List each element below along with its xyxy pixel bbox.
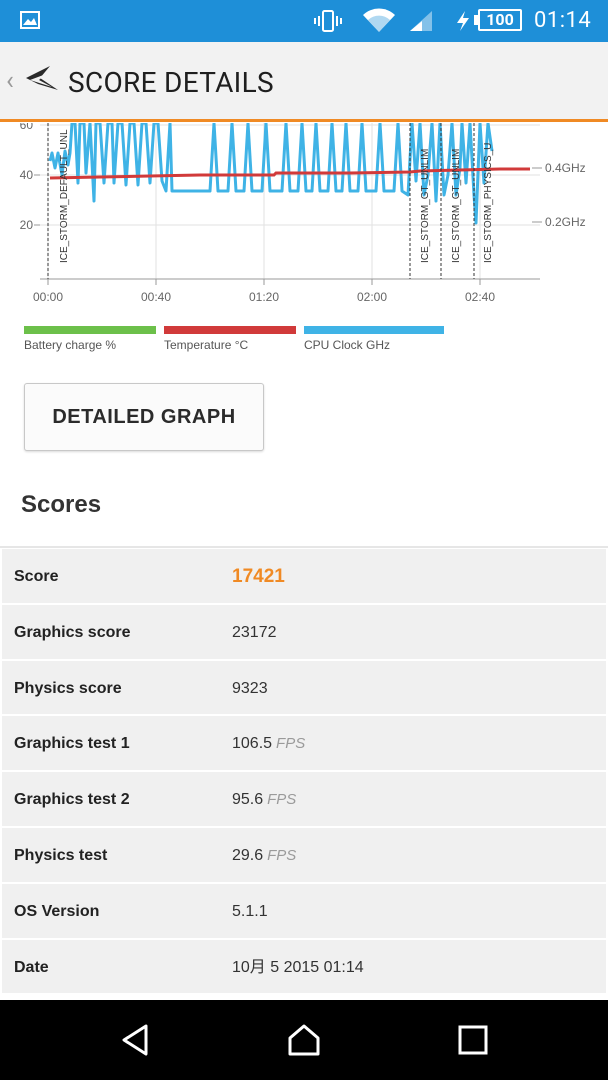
- legend-item-cpu: CPU Clock GHz: [304, 326, 444, 352]
- recents-icon[interactable]: [457, 1022, 489, 1062]
- back-triangle-icon[interactable]: [118, 1022, 154, 1062]
- scores-table: Score 17421 Graphics score 23172 Physics…: [2, 549, 606, 996]
- status-clock: 01:14: [534, 8, 592, 33]
- row-value-wrap: 106.5 FPS: [232, 716, 305, 771]
- app-bar: ‹ SCORE DETAILS: [0, 42, 608, 122]
- chart-svg: 60 40 20 0.4GHz 0.2GHz 00:00 00:40 01:20…: [20, 123, 586, 304]
- table-row: Physics score 9323: [2, 660, 606, 717]
- y-tick-20: 20: [20, 218, 34, 232]
- table-row: OS Version 5.1.1: [2, 883, 606, 940]
- performance-chart: 60 40 20 0.4GHz 0.2GHz 00:00 00:40 01:20…: [0, 123, 608, 313]
- y-right-tick-04: 0.4GHz: [545, 161, 586, 175]
- row-value: 29.6: [232, 846, 264, 864]
- row-label: Graphics test 2: [14, 791, 130, 809]
- legend-label-battery: Battery charge %: [24, 338, 117, 352]
- vibrate-icon: [313, 9, 343, 37]
- 3dmark-logo-icon[interactable]: [24, 60, 60, 100]
- row-value: 10月 5 2015 01:14: [232, 958, 364, 976]
- detailed-graph-button[interactable]: DETAILED GRAPH: [24, 383, 264, 451]
- row-label: Graphics score: [14, 623, 131, 641]
- gallery-icon: [20, 11, 40, 33]
- row-label: OS Version: [14, 902, 100, 920]
- legend-label-temperature: Temperature °C: [164, 338, 249, 352]
- row-value-wrap: 29.6 FPS: [232, 828, 296, 883]
- legend-label-cpu: CPU Clock GHz: [304, 338, 391, 352]
- scores-divider: [0, 546, 608, 548]
- marker-label-2: ICE_STORM_GT_UNLIM: [420, 149, 431, 263]
- scores-heading: Scores: [21, 491, 102, 518]
- navigation-bar: [0, 1000, 608, 1080]
- x-tick-0040: 00:40: [141, 290, 171, 304]
- chevron-left-icon[interactable]: ‹: [6, 66, 14, 96]
- y-right-tick-02: 0.2GHz: [545, 215, 586, 229]
- y-tick-40: 40: [20, 168, 34, 182]
- row-label: Physics score: [14, 679, 122, 697]
- legend-swatch-temperature: [164, 326, 296, 334]
- table-row: Date 10月 5 2015 01:14: [2, 939, 606, 996]
- row-label: Score: [14, 568, 59, 585]
- x-tick-0000: 00:00: [33, 290, 63, 304]
- chart-legend: Battery charge % Temperature °C CPU Cloc…: [24, 326, 464, 356]
- table-row: Physics test 29.6 FPS: [2, 827, 606, 884]
- charging-icon: [455, 10, 471, 36]
- row-label: Date: [14, 958, 49, 976]
- page-title: SCORE DETAILS: [68, 66, 274, 99]
- signal-icon: [408, 10, 434, 36]
- x-tick-0120: 01:20: [249, 290, 279, 304]
- table-row: Score 17421: [2, 549, 606, 605]
- x-tick-0240: 02:40: [465, 290, 495, 304]
- legend-item-battery: Battery charge %: [24, 326, 156, 352]
- marker-label-3: ICE_STORM_GT_UNLIM: [451, 149, 462, 263]
- row-value: 95.6: [232, 791, 264, 809]
- battery-icon: 100: [478, 9, 522, 31]
- x-tick-0200: 02:00: [357, 290, 387, 304]
- legend-swatch-battery: [24, 326, 156, 334]
- table-row: Graphics test 1 106.5 FPS: [2, 716, 606, 773]
- legend-swatch-cpu: [304, 326, 444, 334]
- row-value: 106.5: [232, 735, 273, 753]
- wifi-icon: [362, 8, 396, 38]
- row-unit: FPS: [267, 846, 297, 864]
- marker-label-4: ICE_STORM_PHYSICS_U: [483, 143, 494, 263]
- row-label: Physics test: [14, 846, 108, 864]
- row-unit: FPS: [267, 791, 297, 809]
- y-tick-60: 60: [20, 123, 34, 132]
- marker-label-1: ICE_STORM_DEFAULT_UNL: [59, 129, 70, 263]
- row-label: Graphics test 1: [14, 735, 130, 753]
- table-row: Graphics score 23172: [2, 604, 606, 661]
- row-value: 5.1.1: [232, 902, 268, 920]
- row-value: 23172: [232, 623, 277, 641]
- row-unit: FPS: [276, 735, 306, 753]
- home-icon[interactable]: [286, 1022, 322, 1062]
- status-bar: 100 01:14: [0, 0, 608, 42]
- overall-score-value: 17421: [232, 566, 285, 587]
- table-row: Graphics test 2 95.6 FPS: [2, 772, 606, 828]
- row-value: 9323: [232, 679, 268, 697]
- row-value-wrap: 95.6 FPS: [232, 772, 296, 827]
- legend-item-temperature: Temperature °C: [164, 326, 296, 352]
